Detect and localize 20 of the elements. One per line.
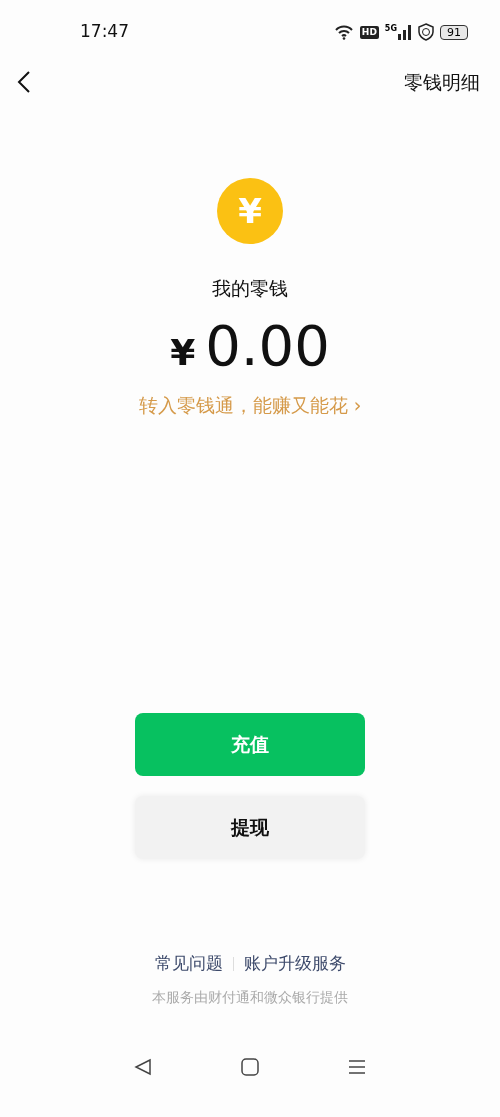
currency-symbol: ¥ — [170, 330, 196, 375]
footer-link[interactable]: 账户升级服务 — [243, 951, 346, 977]
hd-badge: HD — [359, 25, 379, 39]
balance-amount: 0.00 — [205, 311, 330, 380]
back-icon[interactable] — [134, 1057, 153, 1076]
footer-link[interactable]: 常见问题 — [154, 951, 223, 977]
battery-indicator: 91 — [440, 24, 468, 40]
coin-icon: ¥ — [217, 178, 283, 244]
details-link[interactable]: 零钱明细 — [404, 67, 480, 97]
provider-note: 本服务由财付通和微众银行提供 — [152, 987, 348, 1007]
back-icon[interactable] — [16, 70, 32, 94]
wifi-icon — [333, 24, 354, 40]
network-label: 5G — [384, 24, 397, 33]
withdraw-button[interactable]: 提现 — [135, 796, 365, 859]
balance-label: 我的零钱 — [212, 276, 288, 301]
shield-icon — [418, 23, 434, 41]
signal-icon — [398, 24, 412, 40]
home-icon[interactable] — [241, 1057, 259, 1076]
status-time: 17:47 — [80, 20, 129, 44]
menu-icon[interactable] — [347, 1057, 366, 1076]
